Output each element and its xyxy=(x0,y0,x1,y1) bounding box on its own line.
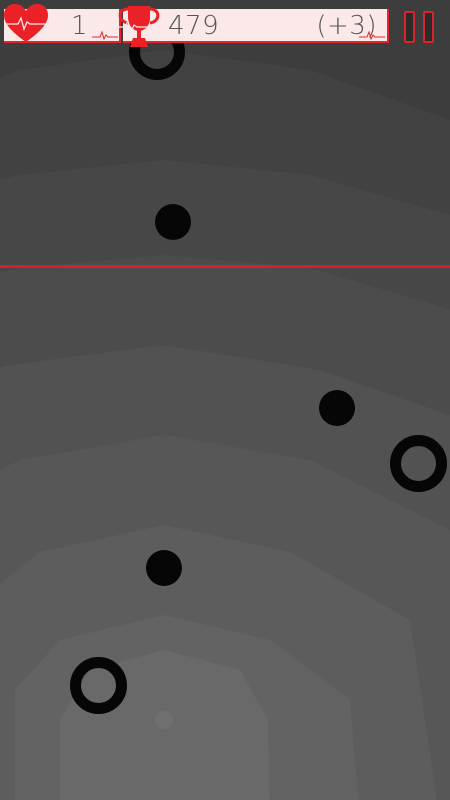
trophy-icon xyxy=(113,6,165,47)
dot-piece xyxy=(319,390,355,426)
game-stage[interactable]: 1 479 (+3) xyxy=(0,0,450,800)
radial-background xyxy=(0,0,450,800)
heartbeat-line xyxy=(359,30,385,40)
lives-count: 1 xyxy=(70,11,88,41)
dot-piece xyxy=(155,204,191,240)
pause-button[interactable] xyxy=(403,11,436,43)
score-value: 479 xyxy=(168,11,220,41)
pause-icon xyxy=(404,11,415,43)
pause-icon xyxy=(423,11,434,43)
red-boundary-line xyxy=(0,265,450,268)
dot-piece xyxy=(146,550,182,586)
ring-piece xyxy=(390,435,447,492)
ring-piece xyxy=(70,657,127,714)
heart-icon xyxy=(4,4,48,42)
